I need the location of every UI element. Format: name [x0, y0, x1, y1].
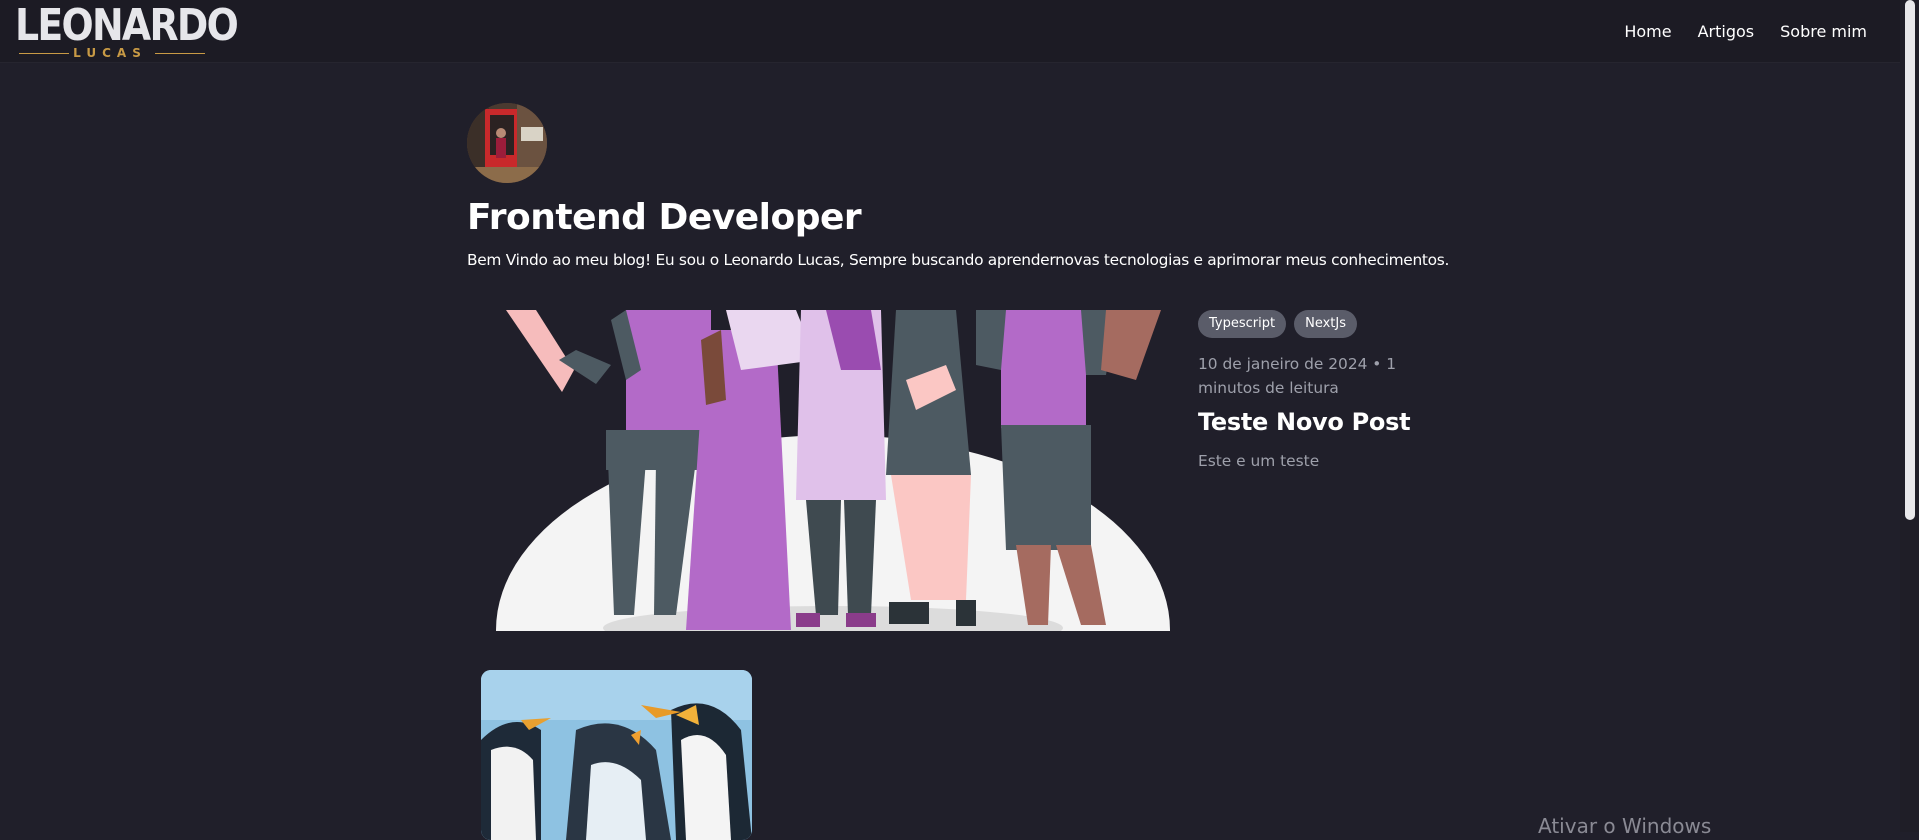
post-card-image[interactable] — [481, 670, 752, 840]
post-title[interactable]: Teste Novo Post — [1198, 406, 1428, 438]
tag-typescript[interactable]: Typescript — [1198, 310, 1287, 338]
logo-main-text: LEONARDO — [15, 0, 239, 51]
profile-avatar — [467, 103, 547, 183]
page-title: Frontend Developer — [467, 197, 862, 238]
windows-activation-watermark: Ativar o Windows — [1538, 814, 1712, 838]
team-illustration — [496, 310, 1170, 631]
site-logo[interactable]: LEONARDO LUCAS — [15, 2, 239, 62]
scrollbar-thumb[interactable] — [1905, 0, 1915, 520]
page-scrollbar[interactable] — [1900, 0, 1919, 832]
post-date: 10 de janeiro de 2024 • 1 minutos de lei… — [1198, 355, 1397, 397]
tag-nextjs[interactable]: NextJs — [1294, 310, 1357, 338]
main-nav: Home Artigos Sobre mim — [1624, 20, 1867, 44]
post-tags: Typescript NextJs — [1198, 310, 1428, 338]
nav-link-home[interactable]: Home — [1624, 20, 1671, 44]
nav-link-artigos[interactable]: Artigos — [1698, 20, 1755, 44]
logo-divider-right — [155, 53, 205, 54]
post-description: Este e um teste — [1198, 452, 1320, 470]
top-navbar: LEONARDO LUCAS Home Artigos Sobre mim — [0, 0, 1900, 63]
penguins-image — [481, 670, 752, 840]
featured-post-meta: Typescript NextJs 10 de janeiro de 2024 … — [1198, 310, 1428, 472]
nav-link-sobre-mim[interactable]: Sobre mim — [1780, 20, 1867, 44]
featured-post-image[interactable] — [496, 310, 1170, 631]
page-subtitle: Bem Vindo ao meu blog! Eu sou o Leonardo… — [467, 251, 1450, 269]
avatar-photo — [467, 103, 547, 183]
